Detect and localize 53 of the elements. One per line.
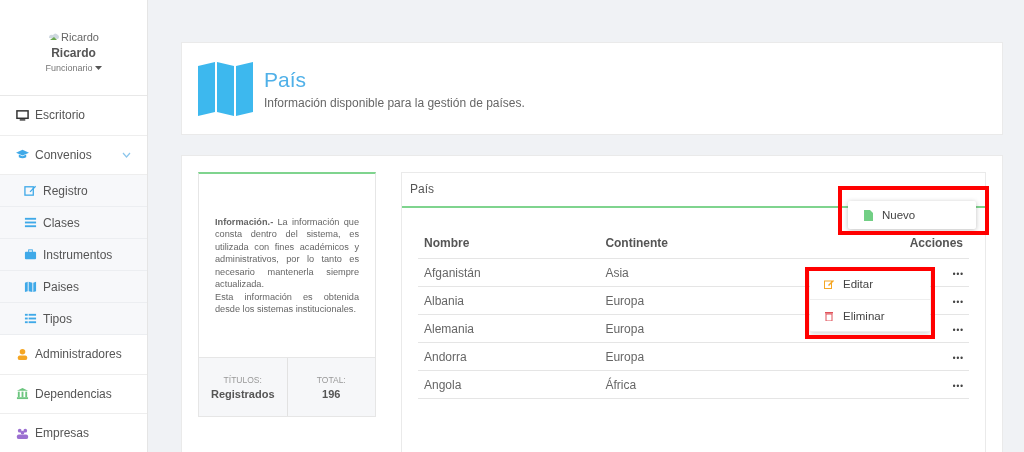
menu-item[interactable]: Editar: [810, 268, 930, 300]
table-cell: Europa: [599, 286, 797, 315]
edit-icon: [824, 278, 834, 289]
column-header: Continente: [599, 228, 797, 259]
sidebar-item[interactable]: Administradores: [0, 335, 147, 375]
stat-value: 196: [322, 387, 341, 400]
sidebar-item[interactable]: Paises: [0, 271, 147, 303]
column-header: Nombre: [418, 228, 600, 259]
user-name: Ricardo: [51, 45, 96, 60]
table-cell: Andorra: [418, 342, 600, 371]
sidebar-item[interactable]: Escritorio: [0, 96, 147, 136]
sidebar-item[interactable]: Registro: [0, 175, 147, 207]
page-title: País: [264, 67, 308, 92]
sidebar-item[interactable]: Instrumentos: [0, 239, 147, 271]
table-cell: Asia: [599, 258, 797, 287]
actions-button[interactable]: •••: [951, 354, 963, 363]
info-text: Información.- La información que consta dentro del sistema, es utilizada con fines académicos y administrativos, por lo tanto es necesario mantenerla siempre actualizada. Esta información es obtenida desde los sistemas institucionales.: [215, 215, 359, 316]
monitor-icon: [16, 108, 29, 122]
stat-value: Registrados: [210, 387, 275, 400]
briefcase-icon: [24, 248, 37, 261]
bank-icon: [16, 387, 29, 401]
table-cell: África: [599, 370, 797, 399]
table-cell: Afganistán: [418, 258, 600, 287]
sidebar-item[interactable]: Clases: [0, 207, 147, 239]
actions-button[interactable]: •••: [951, 298, 963, 307]
table-cell: Alemania: [418, 314, 600, 343]
caret-icon: [94, 65, 102, 70]
list-icon: [24, 312, 37, 325]
sidebar-item[interactable]: Empresas: [0, 414, 147, 452]
sidebar-item[interactable]: Tipos: [0, 303, 147, 335]
table-cell: Albania: [418, 286, 600, 315]
trash-icon: [824, 310, 834, 321]
actions-button[interactable]: •••: [951, 326, 963, 335]
table-cell: Europa: [599, 314, 797, 343]
page-subtitle: Información disponible para la gestión de países.: [264, 95, 525, 110]
role-dropdown[interactable]: Funcionario: [45, 62, 102, 73]
table-cell: Angola: [418, 370, 600, 399]
map-icon: [198, 61, 254, 116]
avatar-broken-image: Ricardo: [48, 30, 99, 43]
map-icon: [24, 280, 37, 293]
document-icon: [864, 209, 873, 221]
edit-icon: [24, 184, 37, 197]
sidebar-item[interactable]: Dependencias: [0, 374, 147, 414]
stat-label: TOTAL:: [316, 374, 346, 385]
menu-item[interactable]: Eliminar: [810, 300, 930, 332]
new-menu-item[interactable]: Nuevo: [848, 201, 976, 229]
user-icon: [16, 347, 29, 361]
actions-button[interactable]: •••: [951, 382, 963, 391]
list-icon: [24, 216, 37, 229]
users-icon: [16, 426, 29, 440]
table-cell: Europa: [599, 342, 797, 371]
stat-label: TÍTULOS:: [223, 374, 262, 385]
actions-button[interactable]: •••: [951, 270, 963, 279]
